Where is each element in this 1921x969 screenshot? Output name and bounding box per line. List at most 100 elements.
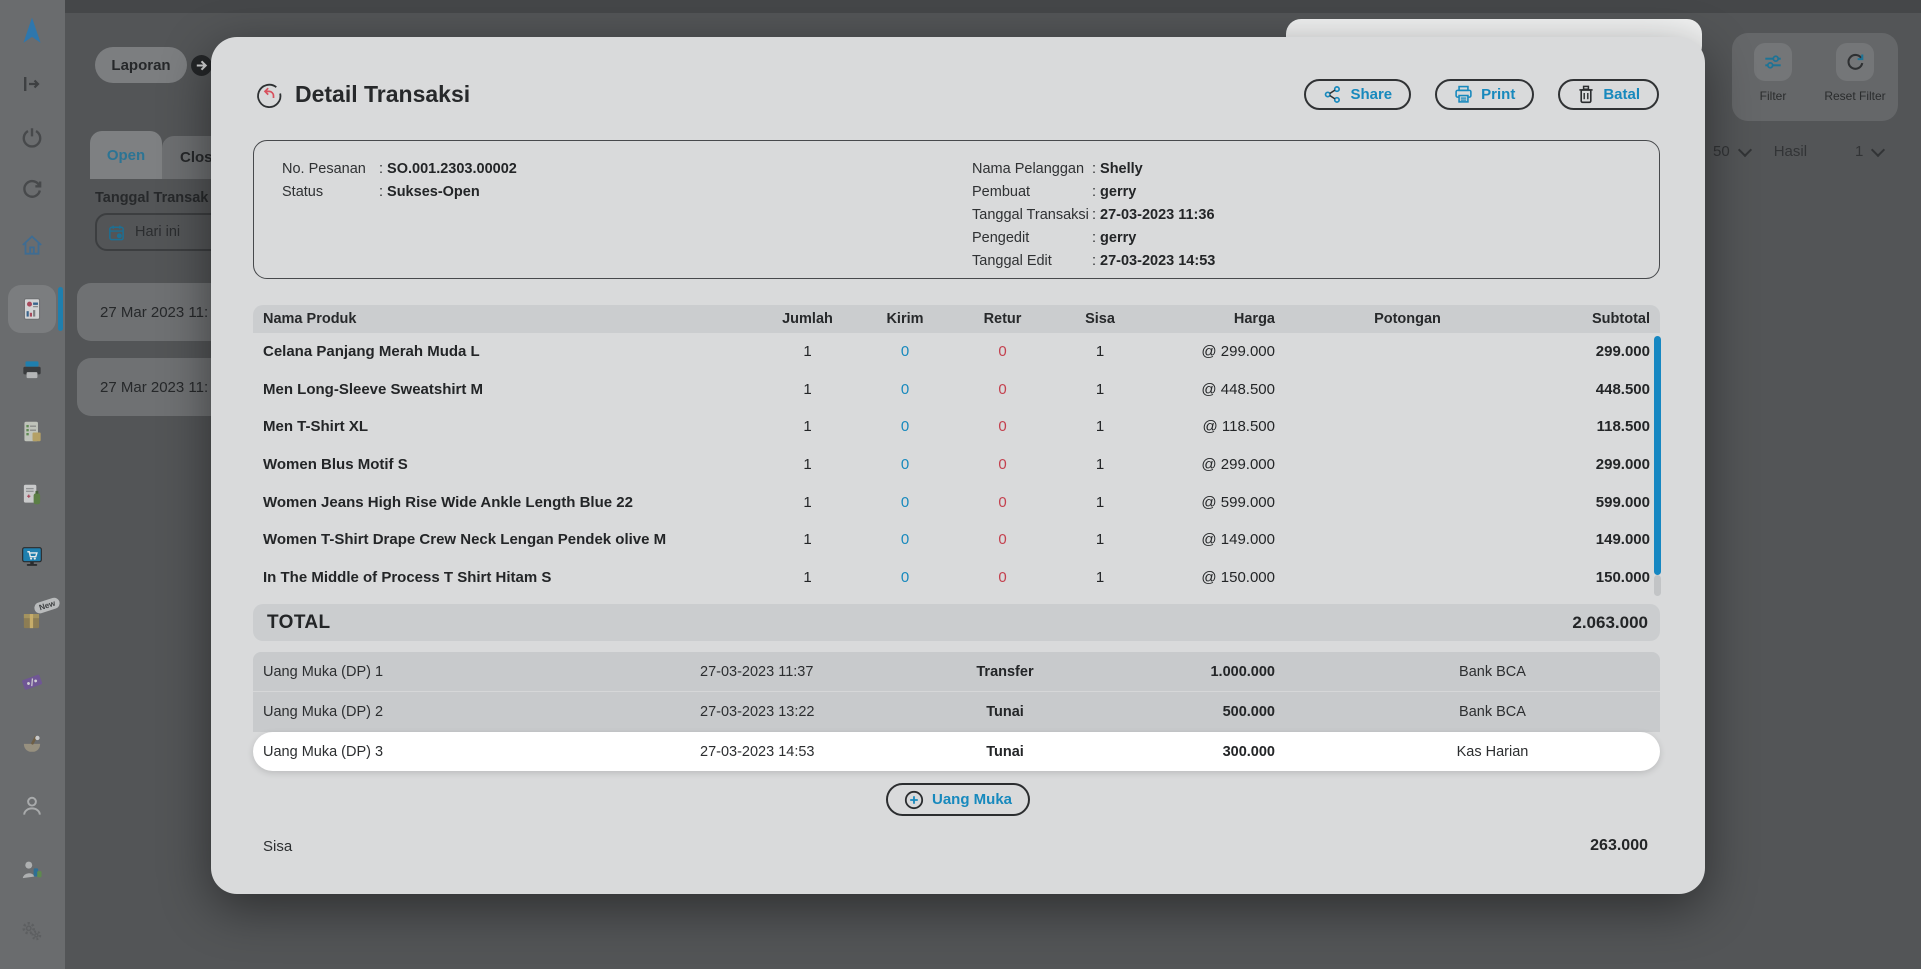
supplier-icon[interactable] [12,850,52,890]
product-name: Celana Panjang Merah Muda L [253,343,770,360]
payment-datetime: 27-03-2023 14:53 [700,744,953,760]
qty-cell: 1 [770,381,845,398]
print-button[interactable]: Print [1435,79,1534,110]
product-name: Men T-Shirt XL [253,418,770,435]
payment-method: Tunai [953,704,1057,720]
settings-gears-icon[interactable] [12,911,52,951]
info-label: Pengedit [972,230,1092,246]
retur-cell: 0 [965,531,1040,548]
customer-icon[interactable] [12,786,52,826]
logout-icon[interactable] [12,64,52,104]
kirim-cell: 0 [845,569,965,586]
colon: : [1092,161,1096,177]
column-header: Jumlah [770,311,845,327]
chevron-down-icon[interactable] [1738,142,1752,156]
payment-row[interactable]: Uang Muka (DP) 1 27-03-2023 11:37 Transf… [253,652,1660,692]
payment-datetime: 27-03-2023 11:37 [700,664,953,680]
info-label: Tanggal Edit [972,253,1092,269]
payment-row-highlighted[interactable]: Uang Muka (DP) 3 27-03-2023 14:53 Tunai … [253,732,1660,771]
qty-cell: 1 [770,494,845,511]
scrollbar-track[interactable] [1654,575,1661,596]
stock-document-icon[interactable] [12,475,52,515]
subtotal-cell: 299.000 [1530,343,1660,360]
table-row[interactable]: Women T-Shirt Drape Crew Neck Lengan Pen… [253,521,1660,559]
sisa-cell: 1 [1040,456,1160,473]
date-filter-value: Hari ini [135,224,180,240]
subtotal-cell: 448.500 [1530,381,1660,398]
laporan-button[interactable]: Laporan [95,47,187,83]
table-row[interactable]: Men Long-Sleeve Sweatshirt M 1 0 0 1 @ 4… [253,371,1660,409]
column-header: Retur [965,311,1040,327]
chevron-down-icon[interactable] [1871,142,1885,156]
sisa-cell: 1 [1040,381,1160,398]
status-badge: Sukses-Open [387,184,480,200]
order-info-left: No. Pesanan:SO.001.2303.00002 Status:Suk… [282,157,517,203]
share-button[interactable]: Share [1304,79,1411,110]
table-row[interactable]: In The Middle of Process T Shirt Hitam S… [253,559,1660,597]
sisa-cell: 1 [1040,569,1160,586]
price-cell: @ 299.000 [1160,456,1285,473]
detail-transaksi-modal: Detail Transaksi Share Print Batal No. P… [211,37,1705,894]
table-row[interactable]: Women Blus Motif S 1 0 0 1 @ 299.000 299… [253,446,1660,484]
refresh-icon[interactable] [12,170,52,210]
online-shop-icon[interactable] [12,537,52,577]
product-name: Women Jeans High Rise Wide Ankle Length … [253,494,770,511]
product-name: Women T-Shirt Drape Crew Neck Lengan Pen… [253,531,770,548]
retur-cell: 0 [965,343,1040,360]
voucher-icon[interactable] [12,662,52,702]
power-icon[interactable] [12,118,52,158]
table-row[interactable]: Men T-Shirt XL 1 0 0 1 @ 118.500 118.500 [253,408,1660,446]
laporan-arrow-icon[interactable] [190,54,213,77]
kirim-cell: 0 [845,494,965,511]
table-row[interactable]: Women Jeans High Rise Wide Ankle Length … [253,483,1660,521]
home-icon[interactable] [12,225,52,265]
add-uang-muka-button[interactable]: Uang Muka [886,783,1030,816]
cancel-button[interactable]: Batal [1558,79,1659,110]
payment-amount: 1.000.000 [1057,664,1285,680]
order-info-box: No. Pesanan:SO.001.2303.00002 Status:Suk… [253,140,1660,279]
per-page-select[interactable]: 50 [1713,143,1730,160]
product-name: Women Blus Motif S [253,456,770,473]
package-icon[interactable]: New [12,600,52,640]
creator-name: gerry [1100,184,1136,200]
payment-amount: 500.000 [1057,704,1285,720]
share-icon [1323,85,1342,104]
checklist-icon[interactable] [12,412,52,452]
filter-button[interactable] [1754,43,1792,81]
colon: : [379,161,383,177]
page-select[interactable]: 1 [1855,143,1863,160]
payment-name: Uang Muka (DP) 1 [253,664,700,680]
price-cell: @ 150.000 [1160,569,1285,586]
kirim-cell: 0 [845,418,965,435]
cashier-printer-icon[interactable] [12,350,52,390]
edit-date: 27-03-2023 14:53 [1100,253,1215,269]
subtotal-cell: 299.000 [1530,456,1660,473]
total-row: TOTAL 2.063.000 [253,604,1660,641]
payments-list: Uang Muka (DP) 1 27-03-2023 11:37 Transf… [253,652,1660,771]
payment-amount: 300.000 [1057,744,1285,760]
hasil-label: Hasil [1774,143,1807,160]
sidebar-active-indicator [58,287,63,331]
tab-open[interactable]: Open [90,131,162,179]
table-row[interactable]: Celana Panjang Merah Muda L 1 0 0 1 @ 29… [253,333,1660,371]
column-header: Sisa [1040,311,1160,327]
reset-filter-button[interactable] [1836,43,1874,81]
share-button-label: Share [1350,86,1392,103]
transaction-date: 27-03-2023 11:36 [1100,207,1215,223]
back-button[interactable] [255,81,283,109]
print-button-label: Print [1481,86,1515,103]
payment-account: Kas Harian [1285,744,1660,760]
scrollbar-thumb[interactable] [1654,336,1661,575]
payment-row[interactable]: Uang Muka (DP) 2 27-03-2023 13:22 Tunai … [253,692,1660,732]
sisa-cell: 1 [1040,418,1160,435]
kirim-cell: 0 [845,343,965,360]
colon: : [1092,184,1096,200]
sidebar-item-laporan-icon[interactable] [12,289,52,329]
retur-cell: 0 [965,381,1040,398]
price-cell: @ 118.500 [1160,418,1285,435]
qty-cell: 1 [770,531,845,548]
mortar-pestle-icon[interactable] [12,725,52,765]
remaining-row: Sisa 263.000 [253,837,1660,855]
column-header: Subtotal [1530,311,1660,327]
colon: : [379,184,383,200]
